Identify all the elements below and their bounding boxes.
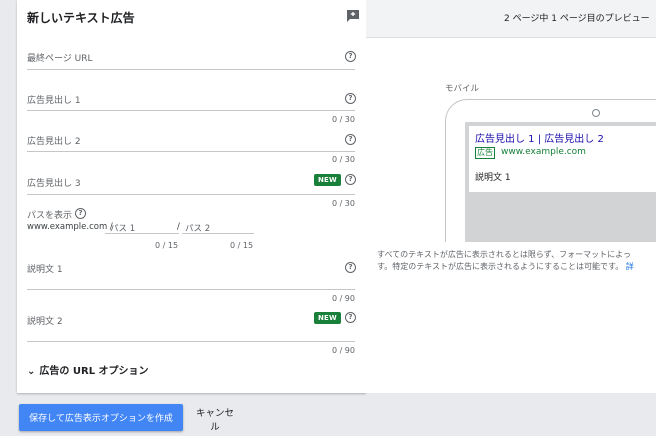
phone-screen: 広告見出し 1 | 広告見出し 2 広告 www.example.com 説明文… [465,122,656,242]
headline2-field[interactable]: 広告見出し 2 ? 0 / 30 [27,134,356,168]
description1-field[interactable]: 説明文 1 ? 0 / 90 [27,262,356,306]
preview-disclaimer: すべてのテキストが広告に表示されるとは限らず、フォーマットによっ す。特定のテキ… [377,249,656,273]
url-options-label: 広告の URL オプション [39,366,149,377]
field-underline [27,289,355,290]
headline1-field[interactable]: 広告見出し 1 ? 0 / 30 [27,93,356,127]
ad-badge: 広告 [475,147,495,159]
help-icon[interactable]: ? [345,93,356,104]
field-underline [27,110,355,111]
description2-counter: 0 / 90 [331,346,355,355]
field-underline [27,341,355,342]
headline3-label: 広告見出し 3 [27,179,81,189]
preview-page-indicator: 2 ページ中 1 ページ目のプレビュー [504,14,650,24]
preview-panel: モバイル 広告見出し 1 | 広告見出し 2 広告 www.example.co… [366,38,656,393]
ad-description: 説明文 1 [475,173,511,183]
help-icon[interactable]: ? [345,262,356,273]
chevron-down-icon: ⌄ [27,366,36,377]
preview-header: 2 ページ中 1 ページ目のプレビュー [366,0,656,38]
help-icon[interactable]: ? [345,51,356,62]
help-icon[interactable]: ? [345,312,356,323]
path1-counter: 0 / 15 [155,241,179,250]
form-title: 新しいテキスト広告 [27,11,135,25]
phone-frame: 広告見出し 1 | 広告見出し 2 広告 www.example.com 説明文… [445,99,656,242]
display-path-label: パスを表示 [27,211,73,221]
learn-more-link[interactable]: 詳 [626,262,634,271]
path2-counter: 0 / 15 [230,241,254,250]
ad-preview: 広告見出し 1 | 広告見出し 2 広告 www.example.com 説明文… [469,126,656,192]
ad-url: www.example.com [501,147,586,157]
headline3-counter: 0 / 30 [331,199,355,208]
save-and-create-extensions-button[interactable]: 保存して広告表示オプションを作成 [19,404,183,431]
description1-label: 説明文 1 [27,265,63,275]
feedback-icon[interactable] [346,9,360,23]
disclaimer-line: すべてのテキストが広告に表示されるとは限らず、フォーマットによっ [377,250,631,259]
ad-headline: 広告見出し 1 | 広告見出し 2 [475,134,604,145]
headline2-counter: 0 / 30 [331,155,355,164]
display-path-field: パスを表示 ? www.example.com / パス 1 0 / 15 / … [27,208,355,254]
headline1-label: 広告見出し 1 [27,96,81,106]
final-url-label: 最終ページ URL [27,54,93,64]
field-underline [27,194,355,195]
cancel-button[interactable]: キャンセル [188,404,242,433]
headline2-label: 広告見出し 2 [27,137,81,147]
path-domain: www.example.com / [27,222,113,232]
new-badge: NEW [314,174,341,186]
path1-underline [105,233,179,234]
help-icon[interactable]: ? [345,134,356,145]
help-icon[interactable]: ? [75,208,86,219]
new-text-ad-form: 新しいテキスト広告 最終ページ URL ? 広告見出し 1 ? 0 / 30 広… [17,0,366,393]
field-underline [27,69,355,70]
final-url-field[interactable]: 最終ページ URL ? [27,51,356,71]
path2-separator: / [177,222,180,232]
description1-counter: 0 / 90 [331,294,355,303]
mobile-label: モバイル [445,84,480,94]
headline3-field[interactable]: 広告見出し 3 NEW ? 0 / 30 [27,174,356,210]
new-badge: NEW [314,312,341,324]
description2-label: 説明文 2 [27,317,63,327]
phone-camera [592,109,600,117]
description2-field[interactable]: 説明文 2 NEW ? 0 / 90 [27,312,356,358]
disclaimer-line: す。特定のテキストが広告に表示されるようにすることは可能です。 [377,262,624,271]
help-icon[interactable]: ? [345,174,356,185]
headline1-counter: 0 / 30 [331,115,355,124]
field-underline [27,151,355,152]
path2-underline [182,233,254,234]
url-options-toggle[interactable]: ⌄ 広告の URL オプション [27,362,149,377]
